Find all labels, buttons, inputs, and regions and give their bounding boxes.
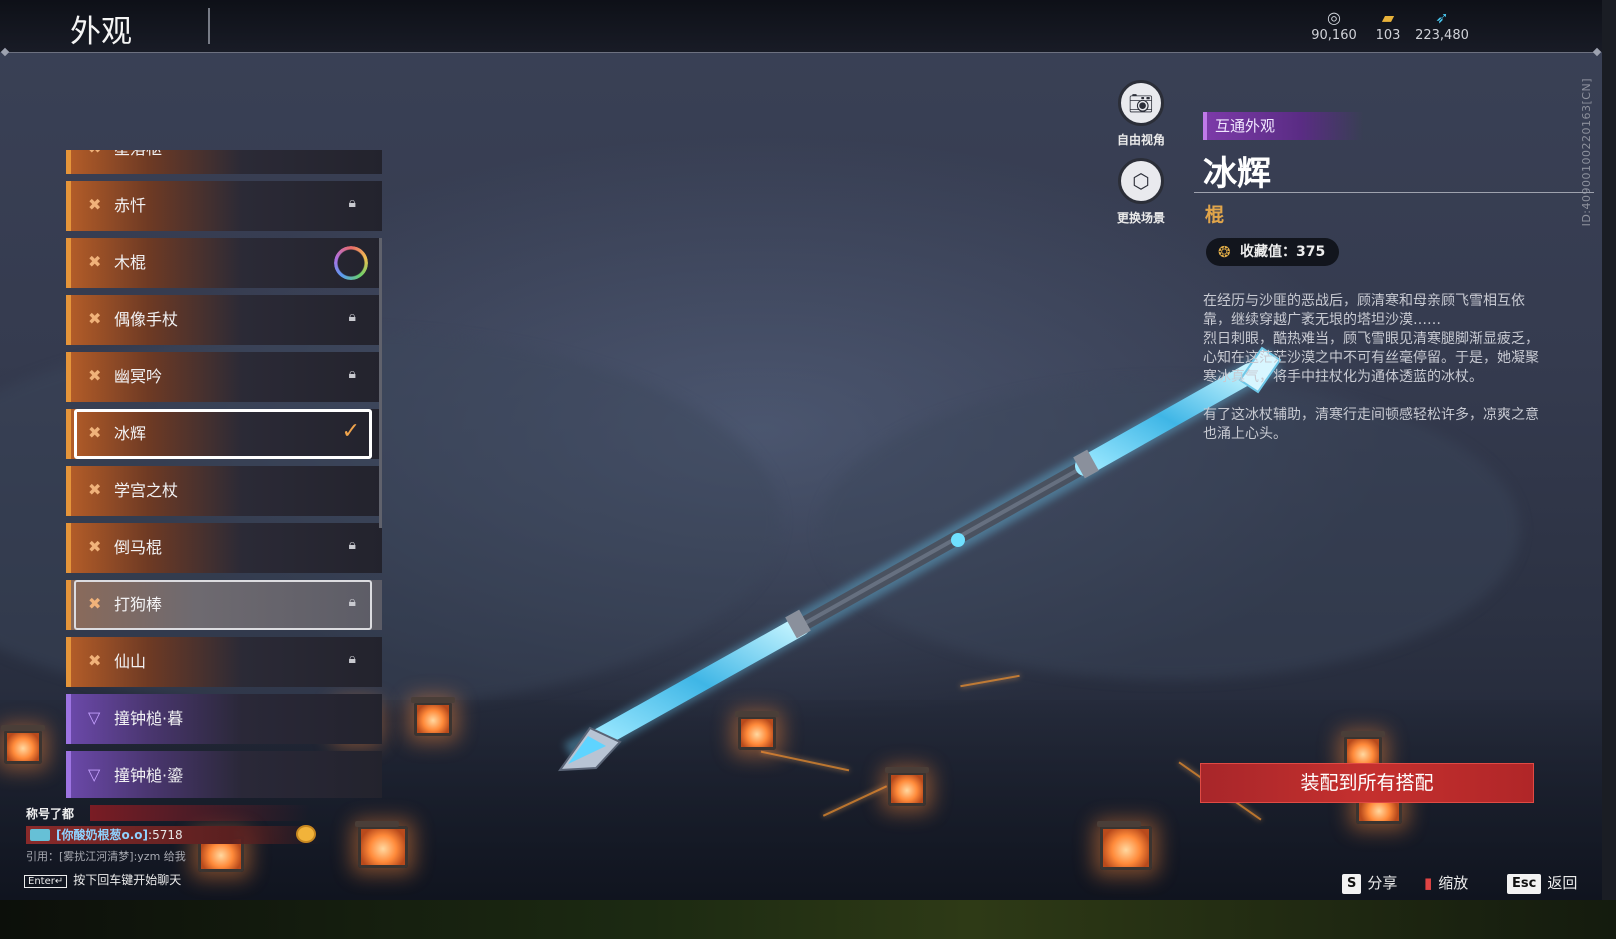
- list-item-label: 幽冥吟: [114, 367, 163, 386]
- rarity-emblem-icon: ✖: [88, 195, 102, 214]
- list-item-label: 偶像手杖: [114, 310, 179, 329]
- hint-label: 返回: [1547, 874, 1578, 892]
- lock-icon: 🔒︎: [349, 150, 356, 154]
- top-bar: 外观 ◎ 90,160 ▰ 103 ➶ 223,480: [0, 0, 1602, 52]
- coin-icon: [296, 825, 316, 843]
- hint-label: 分享: [1367, 874, 1398, 892]
- title-divider: [208, 8, 210, 44]
- currency-value: 223,480: [1415, 28, 1469, 43]
- rarity-emblem-icon: ✖: [88, 537, 102, 556]
- list-item-label: 赤忏: [114, 196, 147, 215]
- list-item[interactable]: ✖ 学宫之杖: [66, 466, 382, 516]
- chat-sender[interactable]: [你酸奶根葱o.o]: [56, 828, 148, 842]
- enter-key-icon: Enter↵: [24, 875, 68, 888]
- list-scrollbar[interactable]: [379, 238, 382, 528]
- blue-feather-icon: ➶: [1435, 8, 1449, 27]
- item-name: 冰辉: [1203, 154, 1271, 194]
- channel-badge-icon: [30, 829, 50, 841]
- equip-all-outfits-button[interactable]: 装配到所有搭配: [1200, 763, 1534, 803]
- lock-icon: 🔒︎: [348, 651, 356, 667]
- rarity-emblem-icon: ✖: [88, 366, 102, 385]
- rarity-emblem-icon: ✖: [88, 309, 102, 328]
- free-view-button[interactable]: 📷︎: [1118, 80, 1164, 126]
- list-item[interactable]: ✖ 仙山 🔒︎: [66, 637, 382, 687]
- lock-icon: 🔒︎: [348, 594, 356, 610]
- checkmark-icon: ✓: [341, 419, 360, 444]
- list-item-label: 木棍: [114, 253, 147, 272]
- appearance-list[interactable]: ✖ 星落枢 🔒︎ ✖ 赤忏 🔒︎ ✖ 木棍 ✖ 偶像手杖 🔒︎ ✖ 幽冥吟 🔒︎…: [66, 150, 382, 798]
- list-item-label: 星落枢: [114, 150, 162, 159]
- rarity-emblem-icon: ✖: [88, 480, 102, 499]
- list-item-selected[interactable]: ✖ 冰辉 ✓: [66, 409, 382, 459]
- key-s: S: [1342, 873, 1362, 894]
- free-view-label: 自由视角: [1116, 133, 1165, 147]
- back-hint[interactable]: Esc 返回: [1507, 872, 1577, 894]
- currency-feather: ➶ 223,480: [1402, 8, 1482, 43]
- rarity-emblem-icon: ▽: [88, 708, 101, 727]
- share-hint[interactable]: S 分享: [1342, 872, 1397, 894]
- list-item-label: 撞钟槌·鎏: [114, 766, 184, 785]
- rainbow-ring-icon: [334, 246, 368, 280]
- collection-icon: ❂: [1218, 243, 1231, 261]
- chat-input-hint[interactable]: Enter↵ 按下回车键开始聊天: [24, 871, 181, 888]
- list-item[interactable]: ✖ 倒马棍 🔒︎: [66, 523, 382, 573]
- key-esc: Esc: [1507, 873, 1542, 894]
- rarity-emblem-icon: ✖: [88, 150, 101, 157]
- rarity-emblem-icon: ✖: [88, 651, 102, 670]
- list-item[interactable]: ▽ 撞钟槌·暮: [66, 694, 382, 744]
- top-divider-line: [4, 52, 1598, 53]
- rarity-emblem-icon: ✖: [88, 423, 102, 442]
- collection-value: 收藏值：375: [1240, 244, 1326, 260]
- change-scene-button[interactable]: ⬡: [1118, 158, 1164, 204]
- cube-icon: ⬡: [1132, 169, 1150, 193]
- list-item[interactable]: ✖ 赤忏 🔒︎: [66, 181, 382, 231]
- rarity-emblem-icon: ✖: [88, 594, 102, 613]
- rarity-emblem-icon: ▽: [88, 765, 101, 784]
- list-item-label: 学宫之杖: [114, 481, 179, 500]
- list-item-label: 倒马棍: [114, 538, 163, 557]
- description-paragraph: 有了这冰杖辅助，清寒行走间顿感轻松许多，凉爽之意也涌上心头。: [1203, 407, 1539, 442]
- lock-icon: 🔒︎: [348, 537, 356, 553]
- screen-edge: [1602, 0, 1616, 900]
- lock-icon: 🔒︎: [348, 309, 356, 325]
- item-type: 棍: [1205, 204, 1225, 226]
- currency-value: 103: [1375, 28, 1401, 43]
- page-title: 外观: [70, 14, 132, 50]
- chat-title: 称号了都: [26, 807, 75, 821]
- camera-icon: 📷︎: [1128, 91, 1154, 115]
- description-paragraph: 在经历与沙匪的恶战后，顾清寒和母亲顾飞雪相互依靠，继续穿越广袤无垠的塔坦沙漠……: [1203, 293, 1525, 328]
- list-item-hovered[interactable]: ✖ 打狗棒 🔒︎: [66, 580, 382, 630]
- list-item[interactable]: ✖ 木棍: [66, 238, 382, 288]
- hint-label: 缩放: [1438, 874, 1469, 892]
- list-item-label: 撞钟槌·暮: [114, 709, 184, 728]
- chat-message[interactable]: [你酸奶根葱o.o]:5718: [26, 826, 320, 844]
- chat-quote: 引用：[雾扰江河清梦]:yzm 给我: [26, 850, 186, 863]
- description-paragraph: 烈日刺眼，酷热难当，顾飞雪眼见清寒腿脚渐显疲乏，心知在这茫茫沙漠之中不可有丝毫停…: [1203, 331, 1539, 385]
- list-item[interactable]: ✖ 星落枢 🔒︎: [66, 150, 382, 174]
- chat-text: :5718: [148, 828, 183, 842]
- zoom-hint[interactable]: ▮ 缩放: [1424, 872, 1468, 893]
- list-item-label: 打狗棒: [114, 595, 163, 614]
- chat-hint-text: 按下回车键开始聊天: [73, 873, 182, 887]
- name-divider: [1194, 192, 1594, 193]
- list-item-label: 冰辉: [114, 424, 147, 443]
- list-item[interactable]: ▽ 撞钟槌·鎏: [66, 751, 382, 798]
- shared-appearance-tag: 互通外观: [1203, 112, 1363, 140]
- chat-header-bar: [90, 805, 310, 821]
- change-scene-label: 更换场景: [1116, 211, 1165, 225]
- lock-icon: 🔒︎: [348, 195, 356, 211]
- list-item-label: 仙山: [114, 652, 147, 671]
- item-description: 在经历与沙匪的恶战后，顾清寒和母亲顾飞雪相互依靠，继续穿越广袤无垠的塔坦沙漠………: [1203, 292, 1543, 444]
- rarity-emblem-icon: ✖: [88, 252, 102, 271]
- list-item[interactable]: ✖ 偶像手杖 🔒︎: [66, 295, 382, 345]
- mouse-icon: ▮: [1424, 874, 1433, 892]
- lock-icon: 🔒︎: [348, 366, 356, 382]
- collection-value-badge: ❂ 收藏值：375: [1206, 238, 1340, 266]
- bottom-strip: [0, 900, 1616, 939]
- client-id-label: ID:4090010022​0163[CN]: [1580, 78, 1593, 227]
- list-item[interactable]: ✖ 幽冥吟 🔒︎: [66, 352, 382, 402]
